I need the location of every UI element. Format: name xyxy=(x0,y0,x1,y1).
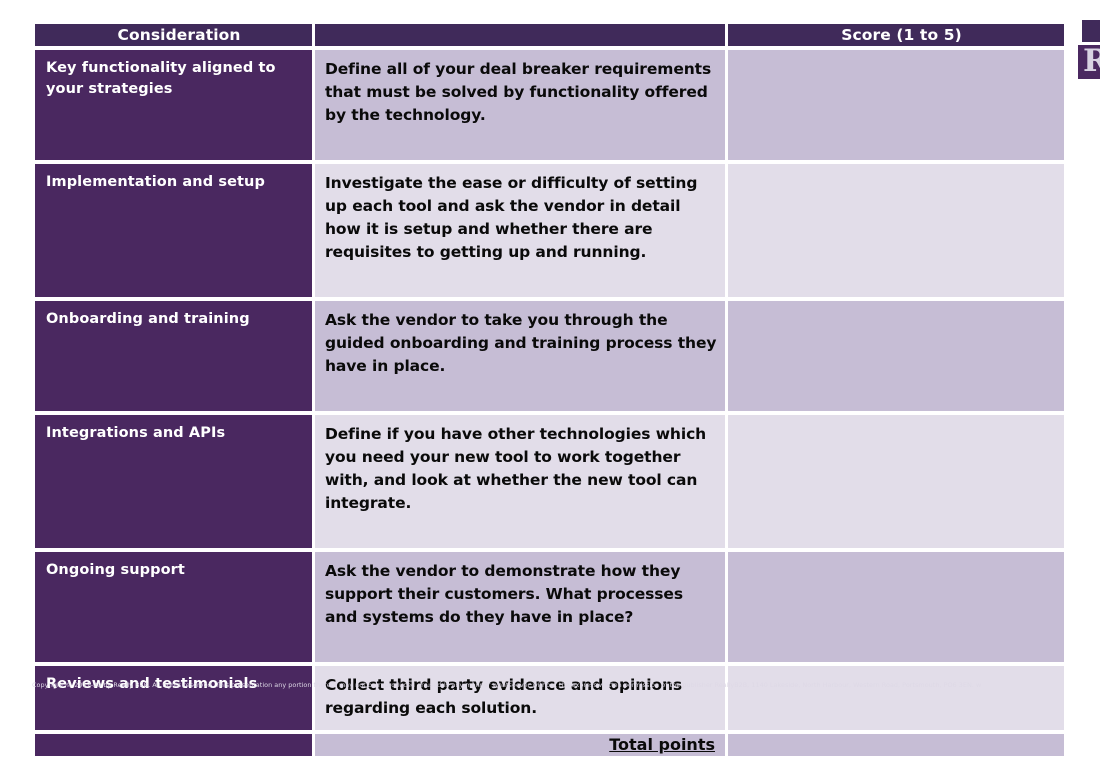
edge-accent-bar xyxy=(1082,20,1100,42)
cell-description: Ask the vendor to take you through the g… xyxy=(315,301,725,411)
column-header-description xyxy=(315,24,725,46)
cell-score-input[interactable] xyxy=(728,415,1064,548)
cell-score-input[interactable] xyxy=(728,666,1064,730)
table-header-row: Consideration Score (1 to 5) xyxy=(35,24,1064,46)
cell-score-input[interactable] xyxy=(728,552,1064,662)
table-row: Integrations and APIs Define if you have… xyxy=(35,415,1064,548)
table-row: Ongoing support Ask the vendor to demons… xyxy=(35,552,1064,662)
cell-description: Investigate the ease or difficulty of se… xyxy=(315,164,725,297)
table-row: Key functionality aligned to your strate… xyxy=(35,50,1064,160)
cell-consideration: Reviews and testimonials xyxy=(35,666,312,730)
total-points-label-cell: Total points xyxy=(315,734,725,756)
vendor-scorecard-table: Consideration Score (1 to 5) Key functio… xyxy=(32,20,1067,760)
table-body: Key functionality aligned to your strate… xyxy=(35,50,1064,756)
total-row: Total points xyxy=(35,734,1064,756)
cell-consideration: Onboarding and training xyxy=(35,301,312,411)
logo-letter-r: R xyxy=(1083,45,1100,79)
really-b2b-logo: R xyxy=(1078,45,1100,79)
cell-description: Ask the vendor to demonstrate how they s… xyxy=(315,552,725,662)
cell-description: Define all of your deal breaker requirem… xyxy=(315,50,725,160)
table-header: Consideration Score (1 to 5) xyxy=(35,24,1064,46)
table-row: Onboarding and training Ask the vendor t… xyxy=(35,301,1064,411)
cell-consideration: Ongoing support xyxy=(35,552,312,662)
table-row: Reviews and testimonials Collect third p… xyxy=(35,666,1064,730)
slide-canvas: Consideration Score (1 to 5) Key functio… xyxy=(0,0,1100,756)
total-points-label: Total points xyxy=(609,735,715,754)
column-header-consideration: Consideration xyxy=(35,24,312,46)
cell-consideration: Implementation and setup xyxy=(35,164,312,297)
total-row-spacer xyxy=(35,734,312,756)
cell-consideration: Key functionality aligned to your strate… xyxy=(35,50,312,160)
column-header-score: Score (1 to 5) xyxy=(728,24,1064,46)
cell-consideration: Integrations and APIs xyxy=(35,415,312,548)
cell-description: Collect third party evidence and opinion… xyxy=(315,666,725,730)
cell-score-input[interactable] xyxy=(728,50,1064,160)
cell-description: Define if you have other technologies wh… xyxy=(315,415,725,548)
cell-score-input[interactable] xyxy=(728,301,1064,411)
table-row: Implementation and setup Investigate the… xyxy=(35,164,1064,297)
cell-score-input[interactable] xyxy=(728,164,1064,297)
copyright-notice: Copyright © 2017-20 by Really B2B. All r… xyxy=(32,681,982,689)
total-points-value[interactable] xyxy=(728,734,1064,756)
